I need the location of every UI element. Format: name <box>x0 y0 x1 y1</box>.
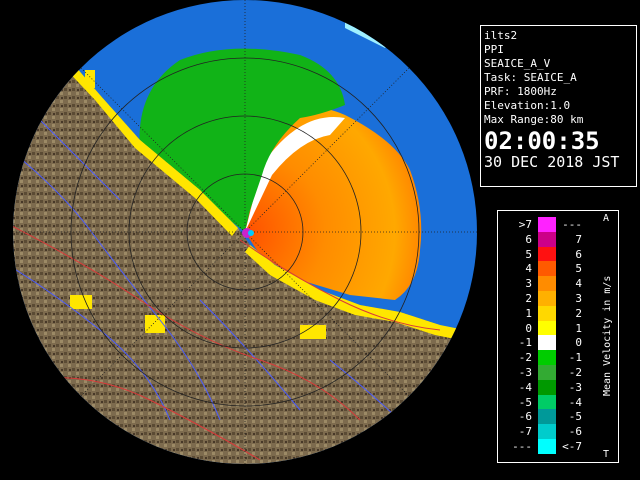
legend-row: -4 -3 <box>498 379 618 395</box>
legend-row-high: -6 <box>568 425 582 439</box>
legend-row: >7 --- <box>498 217 618 232</box>
max-range-label: Max Range:80 km <box>484 113 584 126</box>
legend-swatch <box>538 409 556 425</box>
legend-row-low: -6 <box>518 410 532 424</box>
prf-label: PRF: 1800Hz <box>484 85 557 98</box>
legend-row-high: -3 <box>568 380 582 394</box>
echo-patch <box>70 295 92 309</box>
legend-swatch <box>538 350 556 366</box>
legend-row-high: -4 <box>568 395 582 409</box>
legend-swatch <box>538 231 556 247</box>
legend-swatch <box>538 291 556 306</box>
task-name: SEAICE_A_V <box>484 57 551 70</box>
legend-row-high: 1 <box>575 321 582 335</box>
elevation-label: Elevation:1.0 <box>484 99 571 112</box>
legend-row-low: --- <box>512 440 532 453</box>
legend-row-low: -4 <box>518 380 532 394</box>
task-label: Task: SEAICE_A <box>484 71 577 84</box>
legend-row-high: -2 <box>568 366 582 379</box>
legend-row-low: 1 <box>525 306 532 320</box>
legend-row-low: 4 <box>525 262 532 276</box>
echo-patch <box>85 70 95 88</box>
legend-swatch <box>538 379 556 395</box>
velocity-legend: >7 --- 6 7 5 6 4 5 3 4 2 3 1 2 0 1 -1 0 -2 -1 -3 -2 -4 -3 -5 -4 -6… <box>497 210 619 463</box>
legend-top-mark: A <box>603 213 610 224</box>
legend-row: -3 -2 <box>498 365 618 380</box>
legend-row-high: -1 <box>568 351 582 365</box>
legend-row-high: --- <box>562 218 582 231</box>
legend-row: 67 <box>498 231 618 247</box>
legend-row: 23 <box>498 291 618 306</box>
legend-row-low: -7 <box>518 425 532 439</box>
echo-patch <box>145 315 165 333</box>
product-type: PPI <box>484 43 504 56</box>
legend-row-high: 4 <box>575 277 582 291</box>
legend-row: -6 -5 <box>498 409 618 425</box>
legend-row: -5 -4 <box>498 394 618 410</box>
legend-row: 45 <box>498 261 618 277</box>
legend-row-low: 0 <box>525 321 532 335</box>
legend-swatch <box>538 320 556 336</box>
legend-swatch <box>538 217 556 232</box>
legend-row: 01 <box>498 320 618 336</box>
legend-row: -1 0 <box>498 335 618 351</box>
legend-row-low: 5 <box>525 247 532 261</box>
legend-row-high: 0 <box>575 336 582 350</box>
legend-swatch <box>538 335 556 351</box>
legend-swatch <box>538 305 556 321</box>
legend-row-high: 3 <box>575 292 582 305</box>
legend-row: 56 <box>498 246 618 262</box>
legend-row-low: >7 <box>518 218 532 231</box>
legend-row-high: 5 <box>575 262 582 276</box>
legend-row-low: -3 <box>518 366 532 379</box>
legend-row-low: 3 <box>525 277 532 291</box>
legend-row-high: 2 <box>575 306 582 320</box>
legend-bottom-mark: T <box>603 449 610 460</box>
legend-swatch <box>538 439 556 454</box>
legend-swatch <box>538 365 556 380</box>
legend-row-low: 6 <box>525 232 532 246</box>
legend-row-high: 6 <box>575 247 582 261</box>
legend-row: 12 <box>498 305 618 321</box>
legend-row-low: -5 <box>518 395 532 409</box>
legend-swatch <box>538 424 556 440</box>
legend-swatch <box>538 261 556 277</box>
legend-swatch <box>538 394 556 410</box>
info-panel: ilts2 PPI SEAICE_A_V Task: SEAICE_A PRF:… <box>480 25 637 187</box>
legend-row-high: -5 <box>568 410 582 424</box>
scan-date: 30 DEC 2018 JST <box>484 153 620 171</box>
legend-row-high: <-7 <box>562 440 582 453</box>
legend-swatch <box>538 246 556 262</box>
legend-swatch <box>538 276 556 292</box>
legend-row-low: -2 <box>518 351 532 365</box>
legend-row: 34 <box>498 276 618 292</box>
legend-row-high: 7 <box>575 232 582 246</box>
radar-site-inner <box>248 230 254 236</box>
legend-row: --- <-7 <box>498 439 618 454</box>
legend-row: -7 -6 <box>498 424 618 440</box>
legend-row: -2 -1 <box>498 350 618 366</box>
site-name: ilts2 <box>484 29 518 42</box>
legend-unit-label: Mean Velocity in m/s <box>602 275 613 397</box>
legend-row-low: -1 <box>518 336 532 350</box>
scan-time: 02:00:35 <box>484 127 600 155</box>
legend-row-low: 2 <box>525 292 532 305</box>
